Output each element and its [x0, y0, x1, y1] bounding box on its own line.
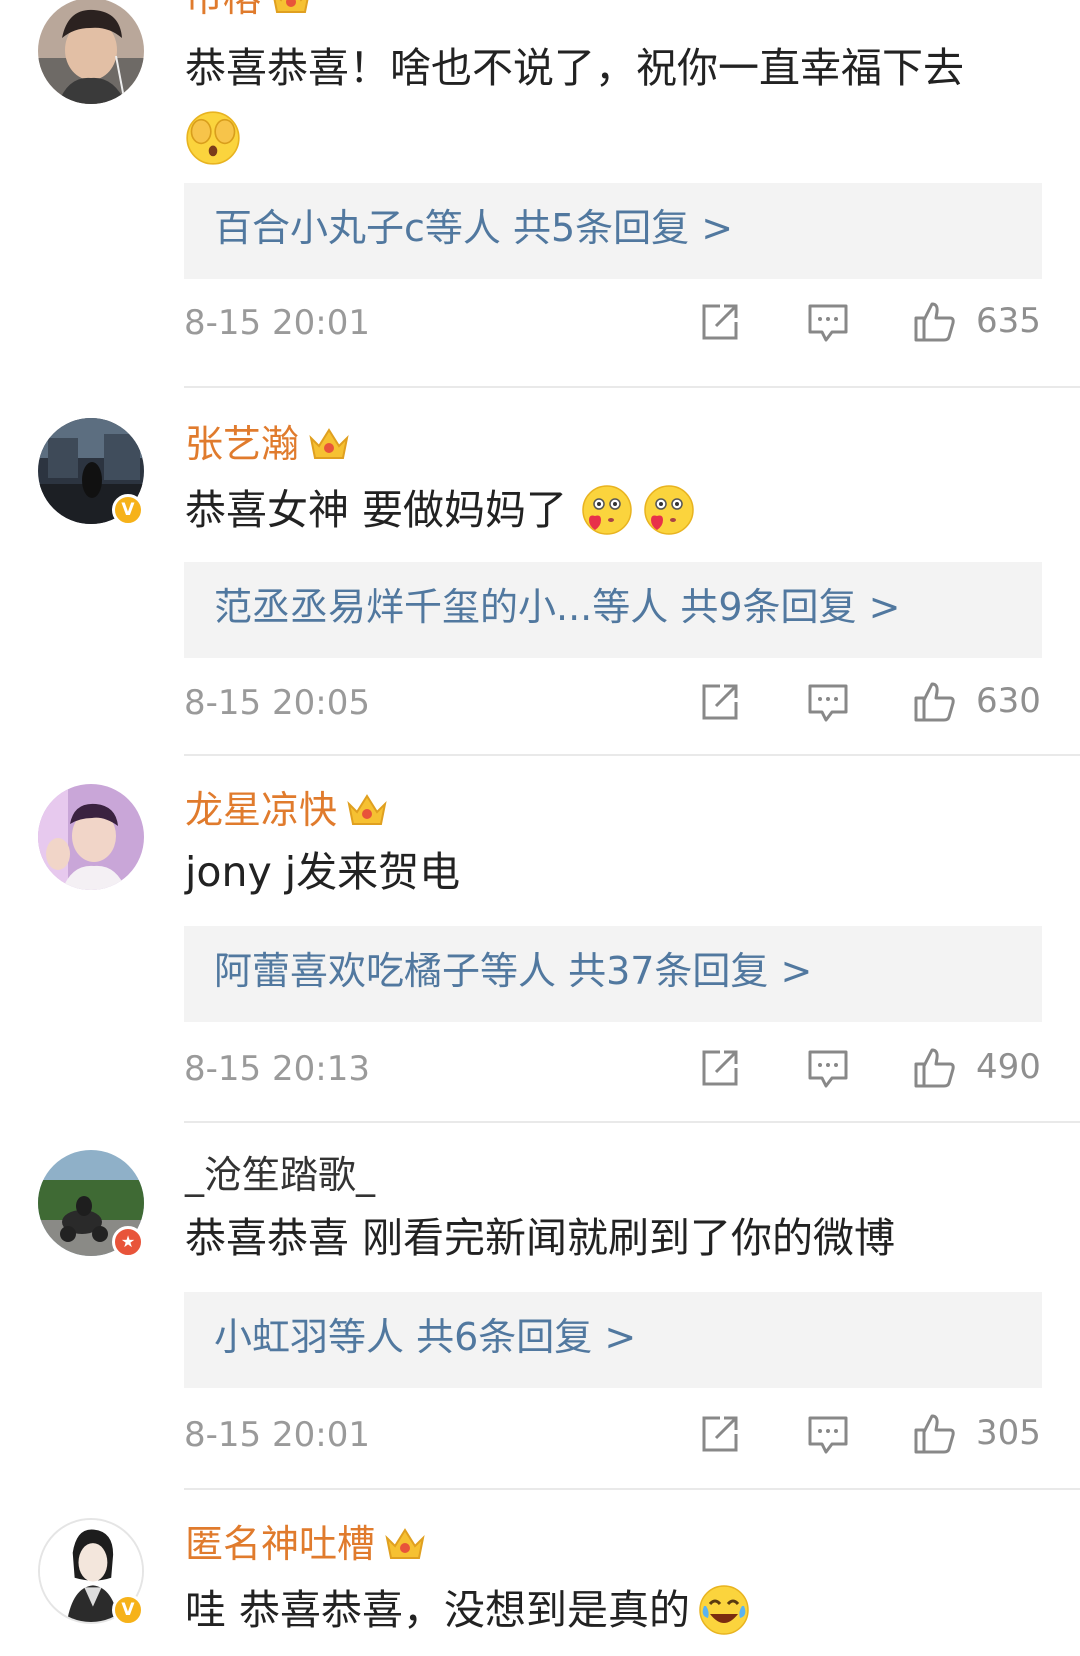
divider [184, 1121, 1080, 1123]
comment-text: 恭喜恭喜！啥也不说了，祝你一直幸福下去 [185, 48, 964, 89]
comment-text-content: 恭喜女神 要做妈妈了 [185, 485, 568, 534]
vip-crown-icon [273, 0, 309, 13]
share-icon[interactable] [698, 680, 742, 724]
timestamp: 8-15 20:13 [184, 1049, 370, 1089]
comment-text: 恭喜恭喜 刚看完新闻就刷到了你的微博 [185, 1218, 895, 1259]
comment-meta: 8-15 20:01 635 [184, 300, 1042, 350]
vip-crown-icon [309, 428, 349, 459]
vip-crown-icon [347, 794, 387, 825]
like-icon[interactable] [912, 1412, 956, 1456]
username[interactable]: 匿名神吐槽 [185, 1524, 427, 1564]
username-text: 匿名神吐槽 [185, 1522, 376, 1566]
comment-meta: 8-15 20:05 630 [184, 680, 1042, 730]
reply-summary-text: 范丞丞易烊千玺的小...等人 共9条回复 > [214, 585, 901, 629]
like-count: 630 [976, 681, 1041, 721]
avatar[interactable] [38, 0, 144, 104]
verified-badge-icon: V [112, 494, 144, 526]
reply-summary[interactable]: 小虹羽等人 共6条回复 > [184, 1292, 1042, 1388]
vip-crown-icon [385, 1528, 425, 1559]
username[interactable]: 张艺瀚 [185, 424, 351, 464]
avatar[interactable] [38, 784, 144, 890]
username-text: 市榕 [185, 0, 261, 17]
username-text: _沧笙踏歌_ [185, 1153, 376, 1197]
divider [184, 386, 1080, 388]
comment-text-content: 恭喜恭喜！啥也不说了，祝你一直幸福下去 [185, 44, 964, 92]
like-icon[interactable] [912, 1046, 956, 1090]
reply-summary-text: 百合小丸子c等人 共5条回复 > [214, 206, 734, 250]
share-icon[interactable] [698, 300, 742, 344]
comment-text-content: 恭喜恭喜 刚看完新闻就刷到了你的微博 [185, 1214, 896, 1262]
shy-cover-face-emoji [186, 111, 240, 165]
like-icon[interactable] [912, 680, 956, 724]
laugh-cry-emoji [699, 1585, 749, 1635]
username-text: 张艺瀚 [185, 422, 300, 466]
reply-summary[interactable]: 阿蕾喜欢吃橘子等人 共37条回复 > [184, 926, 1042, 1022]
comment-icon[interactable] [806, 1046, 850, 1090]
reply-summary-text: 阿蕾喜欢吃橘子等人 共37条回复 > [214, 949, 813, 993]
comment-meta: 8-15 20:01 305 [184, 1412, 1042, 1462]
comment-meta: 8-15 20:13 490 [184, 1046, 1042, 1096]
timestamp: 8-15 20:05 [184, 683, 370, 723]
username[interactable]: 市榕 [185, 0, 313, 18]
heart-eyes-emoji [582, 485, 632, 535]
share-icon[interactable] [698, 1046, 742, 1090]
comment-text-content: 哇 恭喜恭喜，没想到是真的 [185, 1585, 691, 1634]
comment-text: jony j发来贺电 [185, 852, 460, 893]
share-icon[interactable] [698, 1412, 742, 1456]
username-text: 龙星凉快 [185, 788, 338, 832]
timestamp: 8-15 20:01 [184, 1415, 370, 1455]
like-icon[interactable] [912, 300, 956, 344]
divider [184, 754, 1080, 756]
username[interactable]: _沧笙踏歌_ [185, 1156, 375, 1194]
comment-icon[interactable] [806, 1412, 850, 1456]
heart-eyes-emoji [644, 485, 694, 535]
comment-icon[interactable] [806, 680, 850, 724]
reply-summary[interactable]: 百合小丸子c等人 共5条回复 > [184, 183, 1042, 279]
comment-icon[interactable] [806, 300, 850, 344]
timestamp: 8-15 20:01 [184, 303, 370, 343]
comment-text-content: jony j发来贺电 [185, 848, 461, 896]
username[interactable]: 龙星凉快 [185, 790, 389, 830]
reply-summary[interactable]: 范丞丞易烊千玺的小...等人 共9条回复 > [184, 562, 1042, 658]
like-count: 305 [976, 1413, 1041, 1453]
comment-text: 哇 恭喜恭喜，没想到是真的 [185, 1584, 750, 1636]
verified-badge-icon: V [112, 1594, 144, 1626]
divider [184, 1488, 1080, 1490]
like-count: 490 [976, 1047, 1041, 1087]
reply-summary-text: 小虹羽等人 共6条回复 > [214, 1315, 637, 1359]
comment-text: 恭喜女神 要做妈妈了 [185, 484, 695, 536]
member-star-badge-icon: ★ [112, 1226, 144, 1258]
like-count: 635 [976, 301, 1041, 341]
